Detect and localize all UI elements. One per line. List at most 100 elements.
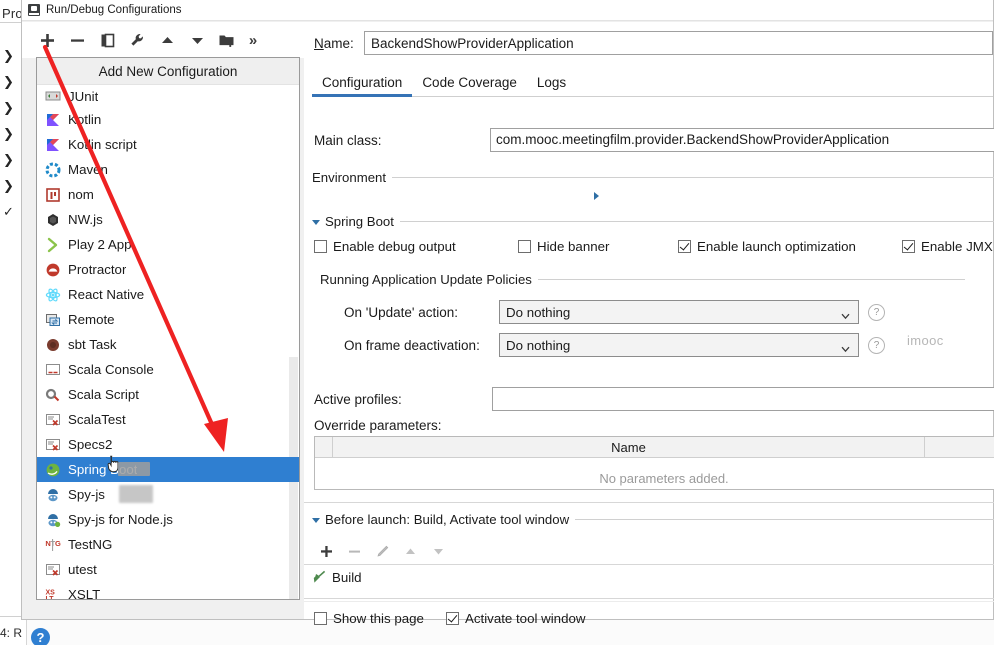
help-icon[interactable]: ? [868, 303, 885, 321]
table-column-name[interactable]: Name [333, 440, 924, 455]
configuration-form: Name: Configuration Code Coverage Logs M… [304, 22, 994, 626]
list-item-label: Spy-js [68, 487, 105, 502]
on-frame-deactivation-value: Do nothing [506, 337, 571, 353]
table-empty-message: No parameters added. [599, 471, 729, 486]
protractor-icon [45, 262, 61, 278]
popup-header: Add New Configuration [37, 58, 299, 85]
show-this-page-checkbox[interactable]: Show this page [314, 611, 424, 626]
double-chevron-right-icon[interactable]: » [242, 32, 264, 49]
main-class-input[interactable]: com.mooc.meetingfilm.provider.BackendSho… [489, 128, 994, 152]
run-debug-icon [28, 4, 40, 16]
table-row-gutter [315, 437, 333, 457]
scala-test-icon [45, 412, 61, 428]
list-item-nwjs[interactable]: NW.js [37, 207, 299, 232]
help-badge-icon[interactable]: ? [31, 628, 50, 645]
list-item-label: XSLT [68, 587, 101, 600]
checkbox-label: Enable launch optimization [697, 239, 856, 254]
tab-logs[interactable]: Logs [527, 75, 576, 96]
list-item-play2app[interactable]: Play 2 App [37, 232, 299, 257]
sbt-icon [45, 337, 61, 353]
triangle-down-icon[interactable] [182, 26, 212, 54]
before-launch-section-header[interactable]: Before launch: Build, Activate tool wind… [312, 512, 994, 527]
enable-debug-output-checkbox[interactable]: Enable debug output [314, 239, 456, 254]
list-item-label: Scala Console [68, 362, 154, 377]
chevron-down-icon [312, 518, 320, 523]
section-rule [399, 221, 994, 222]
section-rule [392, 177, 994, 178]
add-configuration-button[interactable] [32, 26, 62, 54]
name-row: Name: [314, 30, 993, 56]
list-item-maven[interactable]: Maven [37, 157, 299, 182]
wrench-icon[interactable] [122, 26, 152, 54]
nwjs-icon [45, 212, 61, 228]
list-item-testng[interactable]: NTG TestNG [37, 532, 299, 557]
run-debug-configurations-dialog: Run/Debug Configurations » Add New Confi… [21, 0, 994, 626]
override-parameters-label: Override parameters: [314, 418, 442, 433]
tab-configuration[interactable]: Configuration [312, 75, 413, 97]
override-parameters-table[interactable]: Name No parameters added. [314, 436, 994, 490]
list-item-sbt-task[interactable]: sbt Task [37, 332, 299, 357]
list-item-label: nom [68, 187, 94, 202]
list-item-label: Specs2 [68, 437, 113, 452]
before-launch-add-button[interactable] [312, 540, 340, 562]
imooc-watermark: imooc [907, 333, 944, 348]
list-item-npm[interactable]: nom [37, 182, 299, 207]
on-frame-deactivation-combo[interactable]: Do nothing [499, 333, 859, 357]
list-item-scala-script[interactable]: Scala Script [37, 382, 299, 407]
pane-separator [304, 502, 994, 503]
name-input[interactable] [364, 31, 993, 55]
tab-code-coverage[interactable]: Code Coverage [412, 75, 527, 96]
help-icon[interactable]: ? [868, 336, 885, 354]
before-launch-move-down-button[interactable] [424, 540, 452, 562]
list-item-scalatest[interactable]: ScalaTest [37, 407, 299, 432]
dialog-title: Run/Debug Configurations [46, 4, 182, 16]
active-profiles-row: Active profiles: [314, 387, 994, 411]
list-item-spy-js-for-nodejs[interactable]: Spy-js for Node.js [37, 507, 299, 532]
list-item-label: Maven [68, 162, 108, 177]
list-item-junit[interactable]: JUnit [37, 85, 299, 107]
section-rule [537, 279, 965, 280]
copy-configuration-button[interactable] [92, 26, 122, 54]
hide-banner-checkbox[interactable]: Hide banner [518, 239, 609, 254]
triangle-up-icon[interactable] [152, 26, 182, 54]
list-item-utest[interactable]: utest [37, 557, 299, 582]
folder-add-icon[interactable] [212, 26, 242, 54]
enable-launch-optimization-checkbox[interactable]: Enable launch optimization [678, 239, 856, 254]
before-launch-task-build[interactable]: Build [312, 570, 362, 585]
list-item-spring-boot[interactable]: Spring Boot [37, 457, 299, 482]
run-tool-window-tab[interactable]: 4: R [0, 626, 22, 640]
remove-configuration-button[interactable] [62, 26, 92, 54]
list-item-kotlin-script[interactable]: Kotlin script [37, 132, 299, 157]
list-item-label: Protractor [68, 262, 127, 277]
activate-tool-window-checkbox[interactable]: Activate tool window [446, 611, 585, 626]
list-item-scala-console[interactable]: Scala Console [37, 357, 299, 382]
before-launch-move-up-button[interactable] [396, 540, 424, 562]
popup-list: JUnit Kotlin Kotlin script Maven nom NW.… [37, 85, 299, 600]
list-item-label: Spy-js for Node.js [68, 512, 173, 527]
chevron-down-icon [841, 309, 850, 320]
chevron-right-icon [594, 192, 599, 200]
pencil-icon[interactable] [368, 540, 396, 562]
environment-section-header[interactable]: Environment [312, 170, 994, 200]
checkbox-label: Hide banner [537, 239, 610, 254]
spring-boot-section-title: Spring Boot [325, 214, 394, 229]
list-item-spy-js[interactable]: Spy-js [37, 482, 299, 507]
enable-jmx-agent-checkbox[interactable]: Enable JMX a [902, 239, 994, 254]
spring-boot-section-header[interactable]: Spring Boot [312, 214, 994, 229]
on-update-action-combo[interactable]: Do nothing [499, 300, 859, 324]
spring-boot-icon [45, 462, 61, 478]
list-item-specs2[interactable]: Specs2 [37, 432, 299, 457]
active-profiles-input[interactable] [492, 387, 994, 411]
list-item-label: Kotlin [68, 112, 102, 127]
list-item-xslt[interactable]: XS LT XSLT [37, 582, 299, 600]
table-column-value[interactable] [924, 437, 994, 457]
before-launch-remove-button[interactable] [340, 540, 368, 562]
update-policies-header: Running Application Update Policies [320, 272, 965, 287]
spy-js-node-icon [45, 512, 61, 528]
list-item-react-native[interactable]: React Native [37, 282, 299, 307]
list-item-protractor[interactable]: Protractor [37, 257, 299, 282]
before-launch-separator [304, 564, 994, 565]
checkbox-box [678, 240, 691, 253]
list-item-kotlin[interactable]: Kotlin [37, 107, 299, 132]
list-item-remote[interactable]: Remote [37, 307, 299, 332]
